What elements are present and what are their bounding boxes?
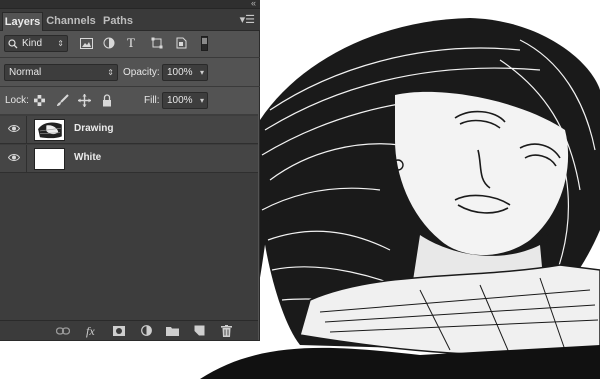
type-layer-filter-icon[interactable]: T bbox=[127, 36, 135, 50]
collapse-panel-icon[interactable]: « bbox=[251, 0, 256, 9]
pixel-layer-filter-icon[interactable] bbox=[80, 38, 93, 49]
lock-row: Lock: Fill: 100% ▾ bbox=[0, 90, 260, 112]
filter-toggle-switch[interactable] bbox=[201, 36, 208, 51]
layer-thumbnail-drawing[interactable] bbox=[34, 119, 65, 141]
layer-thumbnail-white[interactable] bbox=[34, 148, 65, 170]
chevron-down-icon[interactable]: ▾ bbox=[200, 65, 204, 80]
layers-list: Drawing White bbox=[0, 114, 258, 320]
adjustment-layer-filter-icon[interactable] bbox=[103, 37, 115, 49]
blend-mode-value: Normal bbox=[9, 67, 42, 78]
filter-row: Kind ⇕ T bbox=[0, 33, 260, 55]
filter-kind-label: Kind bbox=[22, 38, 43, 49]
layers-bottom-toolbar: fx bbox=[0, 320, 258, 340]
search-icon bbox=[8, 39, 18, 49]
lock-image-pixels-icon[interactable] bbox=[56, 94, 69, 107]
fill-field[interactable]: 100% ▾ bbox=[162, 92, 208, 109]
opacity-label: Opacity: bbox=[123, 67, 160, 78]
blend-mode-dropdown[interactable]: Normal ⇕ bbox=[4, 64, 118, 81]
trash-icon[interactable] bbox=[221, 325, 232, 337]
layer-row-white[interactable]: White bbox=[0, 145, 258, 173]
blend-row: Normal ⇕ Opacity: 100% ▾ bbox=[0, 62, 260, 84]
layer-name-white: White bbox=[74, 152, 102, 163]
folder-icon[interactable] bbox=[166, 326, 179, 336]
layer-name-drawing: Drawing bbox=[74, 123, 114, 134]
updown-arrow-icon: ⇕ bbox=[107, 68, 114, 77]
link-icon[interactable] bbox=[56, 327, 70, 335]
lock-all-icon[interactable] bbox=[102, 94, 112, 107]
fill-value: 100% bbox=[167, 95, 193, 106]
tab-paths[interactable]: Paths bbox=[101, 12, 135, 31]
visibility-eye-icon[interactable] bbox=[8, 124, 20, 133]
chevron-down-icon[interactable]: ▾ bbox=[200, 93, 204, 108]
lock-position-icon[interactable] bbox=[78, 94, 91, 107]
layer-row-drawing[interactable]: Drawing bbox=[0, 116, 258, 144]
filter-kind-dropdown[interactable]: Kind ⇕ bbox=[4, 35, 68, 52]
tab-channels[interactable]: Channels bbox=[45, 12, 97, 31]
layers-panel: « Layers Channels Paths ▾☰ Kind ⇕ T Norm… bbox=[0, 0, 260, 341]
adjustment-icon[interactable] bbox=[141, 325, 152, 336]
new-layer-icon[interactable] bbox=[194, 325, 205, 336]
visibility-eye-icon[interactable] bbox=[8, 153, 20, 162]
lock-transparent-pixels-icon[interactable] bbox=[34, 95, 45, 106]
layer-divider bbox=[26, 116, 27, 144]
opacity-value: 100% bbox=[167, 67, 193, 78]
mask-icon[interactable] bbox=[113, 326, 125, 336]
fill-label: Fill: bbox=[144, 95, 160, 106]
panel-title-strip: « bbox=[0, 0, 260, 9]
tab-layers[interactable]: Layers bbox=[2, 12, 43, 31]
updown-arrow-icon: ⇕ bbox=[57, 39, 64, 48]
smart-object-filter-icon[interactable] bbox=[175, 37, 187, 49]
lock-label: Lock: bbox=[5, 95, 29, 106]
shape-layer-filter-icon[interactable] bbox=[151, 37, 163, 49]
panel-tabs: Layers Channels Paths ▾☰ bbox=[0, 9, 260, 31]
opacity-field[interactable]: 100% ▾ bbox=[162, 64, 208, 81]
panel-menu-icon[interactable]: ▾☰ bbox=[240, 13, 255, 26]
layer-divider bbox=[26, 145, 27, 173]
fx-icon[interactable]: fx bbox=[86, 324, 95, 338]
